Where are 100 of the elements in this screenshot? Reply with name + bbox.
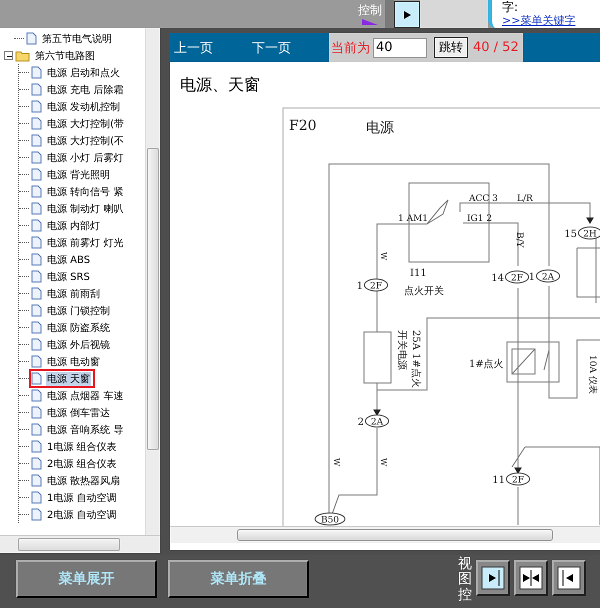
tree-item[interactable]: 电源 点烟器 车速 xyxy=(31,388,126,403)
tree-item[interactable]: 电源 前雾灯 灯光 xyxy=(31,235,126,250)
tree-item[interactable]: 第五节电气说明 xyxy=(26,31,115,46)
tree-item[interactable]: 电源 ABS xyxy=(31,252,94,267)
page-icon xyxy=(31,474,42,487)
tree-item[interactable]: 电源 电动窗 xyxy=(31,354,104,369)
tree-item[interactable]: 电源 启动和点火 xyxy=(31,65,124,80)
page-icon xyxy=(31,440,42,453)
page-icon xyxy=(31,100,42,113)
tree-item[interactable]: 电源 音响系统 导 xyxy=(31,422,126,437)
diagram-label: B/Y xyxy=(514,232,524,248)
previous-page-button[interactable]: 上一页 xyxy=(174,38,252,56)
folder-icon xyxy=(15,50,30,62)
tree-item[interactable]: 电源 SRS xyxy=(31,269,93,284)
triangle-icon xyxy=(362,19,378,25)
page-icon xyxy=(31,202,42,215)
keyword-link[interactable]: >>菜单关键字 xyxy=(502,14,600,28)
tree-item[interactable]: 电源 防盗系统 xyxy=(31,320,114,335)
tree-item[interactable]: 电源 大灯控制(不 xyxy=(31,133,128,148)
next-page-button[interactable]: 下一页 xyxy=(252,38,329,56)
page-icon xyxy=(31,508,42,521)
page-icon xyxy=(26,32,37,45)
page-icon xyxy=(31,355,42,368)
collapse-icon[interactable] xyxy=(4,51,13,60)
tree-item[interactable]: 电源 大灯控制(带 xyxy=(31,116,128,131)
expand-view-button[interactable] xyxy=(476,560,510,596)
diagram-label: 10A 仪表 xyxy=(587,355,597,394)
tree-item[interactable]: 电源 外后视镜 xyxy=(31,337,114,352)
scrollbar-thumb[interactable] xyxy=(237,529,553,541)
diagram-label: ACC 3 xyxy=(469,194,498,204)
tree-item[interactable]: 电源 发动机控制 xyxy=(31,99,124,114)
diagram-label: W xyxy=(379,252,388,260)
tree-item[interactable]: 电源 充电 后除霜 xyxy=(31,82,126,97)
tree-item[interactable]: 电源 前雨刮 xyxy=(31,286,104,301)
page-icon xyxy=(31,270,42,283)
page-icon xyxy=(31,236,42,249)
page-input-field[interactable]: 40 xyxy=(373,38,427,58)
page-icon xyxy=(31,134,42,147)
page-icon xyxy=(31,151,42,164)
page-icon xyxy=(31,66,42,79)
page-icon xyxy=(31,168,42,181)
tree-item[interactable]: 第六节电路图 xyxy=(15,48,98,63)
tree-item[interactable]: 1电源 自动空调 xyxy=(31,490,120,505)
tree-item[interactable]: 电源 内部灯 xyxy=(31,218,104,233)
page-icon xyxy=(31,219,42,232)
diagram-label: 点火开关 xyxy=(404,286,444,297)
tree-item[interactable]: 电源 背光照明 xyxy=(31,167,114,182)
diagram-label: 1#点火 xyxy=(469,359,504,370)
jump-button[interactable]: 跳转 xyxy=(434,37,468,58)
diagram-label: I11 xyxy=(410,268,427,279)
connector-label: 15 2H xyxy=(564,226,600,240)
vertical-scrollbar[interactable] xyxy=(145,28,160,535)
cartoon-picture xyxy=(420,0,488,28)
page-icon xyxy=(31,287,42,300)
connector-label: 1 2A xyxy=(528,270,560,283)
tree-item[interactable]: 2电源 组合仪表 xyxy=(31,456,120,471)
tree-item[interactable]: 电源 门锁控制 xyxy=(31,303,114,318)
connector-label: B50 xyxy=(314,512,346,526)
arrow-right-icon xyxy=(481,566,505,590)
page-icon xyxy=(31,389,42,402)
page-icon xyxy=(31,321,42,334)
page-icon xyxy=(31,491,42,504)
page-icon xyxy=(31,423,42,436)
diagram-label: 开关电源 xyxy=(396,330,407,370)
scrollbar-thumb[interactable] xyxy=(147,148,159,450)
diagram-label: 电源 xyxy=(366,120,394,136)
page-count: 40 / 52 xyxy=(473,40,519,55)
diagram-label: 25A 1#点火 xyxy=(410,330,421,388)
view-control-label: 视图控 xyxy=(458,557,472,604)
page-icon xyxy=(31,338,42,351)
page-icon xyxy=(31,304,42,317)
page-icon xyxy=(31,117,42,130)
expand-view-button[interactable] xyxy=(394,1,420,28)
search-label: 字: xyxy=(502,0,520,14)
collapse-view-button[interactable] xyxy=(552,560,586,596)
arrow-left-icon xyxy=(557,566,581,590)
tree-item[interactable]: 电源 小灯 后雾灯 xyxy=(31,150,126,165)
arrow-right-icon xyxy=(402,10,412,20)
page-title: 电源、天窗 xyxy=(179,74,261,96)
tree-item[interactable]: 1电源 组合仪表 xyxy=(31,439,120,454)
connector-label: 11 2F xyxy=(492,472,530,486)
tree-item[interactable]: 电源 倒车雷达 xyxy=(31,405,114,420)
tree-item[interactable]: 2电源 自动空调 xyxy=(31,507,120,522)
header-separator xyxy=(385,0,394,28)
scrollbar-thumb[interactable] xyxy=(18,538,120,551)
horizontal-scrollbar[interactable] xyxy=(170,526,600,543)
diagram-label: W xyxy=(379,458,388,466)
horizontal-scrollbar[interactable] xyxy=(0,535,160,553)
view-control-label: 控制 xyxy=(358,3,382,17)
diagram-label: W xyxy=(332,458,341,466)
connector-label: 1 2F xyxy=(356,278,388,292)
current-page-label: 当前为 xyxy=(331,40,370,56)
page-icon xyxy=(31,372,42,385)
arrows-inward-icon xyxy=(519,566,543,590)
tree-item[interactable]: 电源 制动灯 喇叭 xyxy=(31,201,126,216)
page-icon xyxy=(31,253,42,266)
tree-item[interactable]: 电源 散热器风扇 xyxy=(31,473,124,488)
split-view-button[interactable] xyxy=(514,560,548,596)
tree-item[interactable]: 电源 转向信号 紧 xyxy=(31,184,126,199)
page-icon xyxy=(31,457,42,470)
